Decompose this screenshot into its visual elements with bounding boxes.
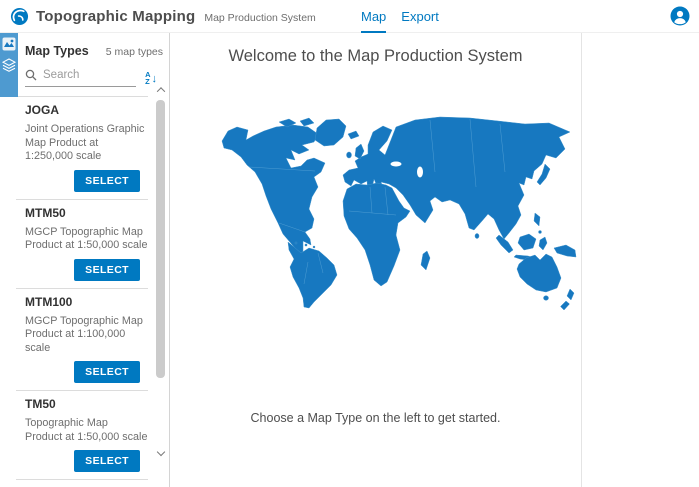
globe-logo-icon bbox=[10, 7, 29, 26]
map-type-card-tm50: TM50 Topographic Map Product at 1:50,000… bbox=[16, 391, 148, 480]
instruction-text: Choose a Map Type on the left to get sta… bbox=[170, 411, 581, 425]
welcome-heading: Welcome to the Map Production System bbox=[170, 47, 581, 66]
world-map-graphic bbox=[220, 112, 578, 312]
map-type-list: JOGA Joint Operations Graphic Map Produc… bbox=[16, 96, 148, 481]
tab-export[interactable]: Export bbox=[401, 0, 439, 33]
map-type-card-tm100: TM100 bbox=[16, 480, 148, 481]
map-type-description: Topographic Map Product at 1:50,000 scal… bbox=[25, 417, 148, 444]
map-types-panel: Map Types 5 map types A Z ↓ JOGA bbox=[0, 33, 170, 487]
select-button-tm50[interactable]: SELECT bbox=[74, 450, 140, 472]
map-widget-icon[interactable] bbox=[2, 37, 16, 51]
widget-strip bbox=[0, 33, 18, 97]
scroll-thumb[interactable] bbox=[156, 100, 165, 378]
welcome-panel: Welcome to the Map Production System bbox=[170, 33, 582, 487]
panel-title: Map Types bbox=[25, 44, 106, 58]
search-field[interactable] bbox=[25, 69, 136, 87]
app-header: Topographic Mapping Map Production Syste… bbox=[0, 0, 699, 33]
app-subtitle: Map Production System bbox=[204, 12, 315, 24]
map-type-description: MGCP Topographic Map Product at 1:50,000… bbox=[25, 226, 148, 253]
app-title: Topographic Mapping bbox=[36, 8, 195, 25]
map-type-description: MGCP Topographic Map Product at 1:100,00… bbox=[25, 315, 148, 356]
select-button-mtm50[interactable]: SELECT bbox=[74, 259, 140, 281]
search-icon bbox=[25, 69, 37, 81]
scroll-up-button[interactable] bbox=[156, 86, 165, 95]
map-type-description: Joint Operations Graphic Map Product at … bbox=[25, 123, 148, 164]
scroll-down-button[interactable] bbox=[156, 448, 165, 457]
map-type-name: MTM100 bbox=[25, 295, 148, 309]
layers-widget-icon[interactable] bbox=[2, 58, 16, 72]
map-type-card-mtm100: MTM100 MGCP Topographic Map Product at 1… bbox=[16, 289, 148, 392]
select-button-joga[interactable]: SELECT bbox=[74, 170, 140, 192]
select-button-mtm100[interactable]: SELECT bbox=[74, 361, 140, 383]
main-content: Welcome to the Map Production System bbox=[170, 33, 699, 487]
map-type-name: JOGA bbox=[25, 103, 148, 117]
map-type-card-joga: JOGA Joint Operations Graphic Map Produc… bbox=[16, 97, 148, 200]
map-type-name: MTM50 bbox=[25, 206, 148, 220]
user-avatar-icon[interactable] bbox=[670, 6, 690, 26]
sidebar-scrollbar[interactable] bbox=[154, 52, 167, 462]
search-input[interactable] bbox=[43, 69, 117, 81]
tab-map[interactable]: Map bbox=[361, 0, 386, 33]
top-nav: Map Export bbox=[361, 0, 439, 33]
map-type-card-mtm50: MTM50 MGCP Topographic Map Product at 1:… bbox=[16, 200, 148, 289]
map-type-name: TM50 bbox=[25, 397, 148, 411]
